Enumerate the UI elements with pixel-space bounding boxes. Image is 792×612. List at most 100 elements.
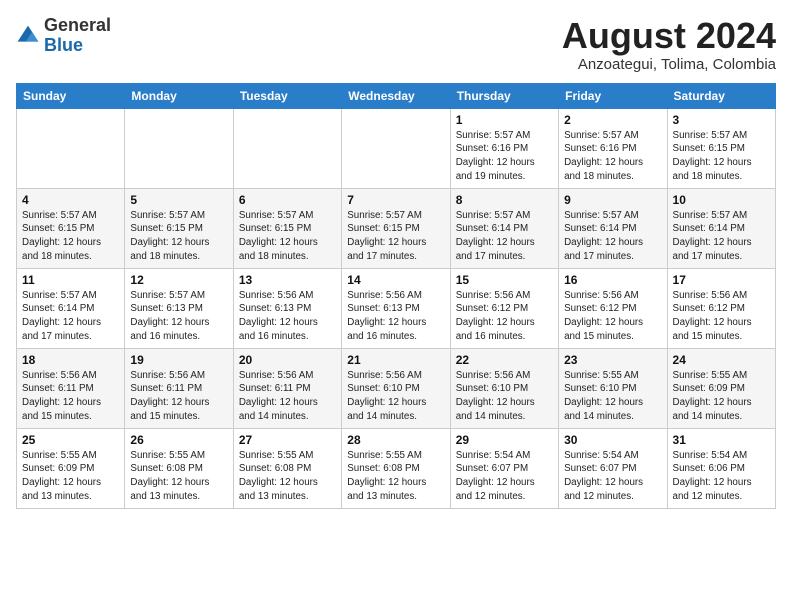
day-info: Sunrise: 5:56 AM Sunset: 6:10 PM Dayligh… <box>347 369 444 424</box>
day-info: Sunrise: 5:57 AM Sunset: 6:15 PM Dayligh… <box>673 129 770 184</box>
calendar-cell: 11 Sunrise: 5:57 AM Sunset: 6:14 PM Dayli… <box>17 268 125 348</box>
day-info: Sunrise: 5:54 AM Sunset: 6:06 PM Dayligh… <box>673 449 770 504</box>
calendar-week-row: 18Sunrise: 5:56 AM Sunset: 6:11 PM Dayli… <box>17 348 776 428</box>
day-number: 23 <box>564 353 661 367</box>
day-info: Sunrise: 5:57 AM Sunset: 6:16 PM Dayligh… <box>564 129 661 184</box>
calendar-cell: 20 Sunrise: 5:56 AM Sunset: 6:11 PM Dayli… <box>233 348 341 428</box>
day-info: Sunrise: 5:55 AM Sunset: 6:08 PM Dayligh… <box>239 449 336 504</box>
day-number: 21 <box>347 353 444 367</box>
day-number: 19 <box>130 353 227 367</box>
day-number: 13 <box>239 273 336 287</box>
title-block: August 2024 Anzoategui, Tolima, Colombia <box>562 16 776 73</box>
day-number: 4 <box>22 193 119 207</box>
logo: General Blue <box>16 16 111 56</box>
calendar-cell: 19 Sunrise: 5:56 AM Sunset: 6:11 PM Dayli… <box>125 348 233 428</box>
calendar-cell: 24 Sunrise: 5:55 AM Sunset: 6:09 PM Dayli… <box>667 348 775 428</box>
day-info: Sunrise: 5:56 AM Sunset: 6:11 PM Dayligh… <box>239 369 336 424</box>
day-number: 17 <box>673 273 770 287</box>
weekday-header: Tuesday <box>233 83 341 108</box>
day-info: Sunrise: 5:57 AM Sunset: 6:14 PM Dayligh… <box>564 209 661 264</box>
day-info: Sunrise: 5:57 AM Sunset: 6:14 PM Dayligh… <box>456 209 553 264</box>
calendar-cell: 28Sunrise: 5:55 AM Sunset: 6:08 PM Dayli… <box>342 428 450 508</box>
day-number: 31 <box>673 433 770 447</box>
day-info: Sunrise: 5:55 AM Sunset: 6:09 PM Dayligh… <box>673 369 770 424</box>
month-year-title: August 2024 <box>562 16 776 56</box>
day-info: Sunrise: 5:55 AM Sunset: 6:08 PM Dayligh… <box>347 449 444 504</box>
calendar-cell <box>342 108 450 188</box>
day-info: Sunrise: 5:57 AM Sunset: 6:14 PM Dayligh… <box>673 209 770 264</box>
calendar-cell: 4Sunrise: 5:57 AM Sunset: 6:15 PM Daylig… <box>17 188 125 268</box>
calendar-cell: 1 Sunrise: 5:57 AM Sunset: 6:16 PM Daylig… <box>450 108 558 188</box>
weekday-header: Wednesday <box>342 83 450 108</box>
day-info: Sunrise: 5:57 AM Sunset: 6:15 PM Dayligh… <box>347 209 444 264</box>
logo-icon <box>16 24 40 48</box>
day-number: 7 <box>347 193 444 207</box>
calendar-cell: 2Sunrise: 5:57 AM Sunset: 6:16 PM Daylig… <box>559 108 667 188</box>
calendar-cell: 14Sunrise: 5:56 AM Sunset: 6:13 PM Dayli… <box>342 268 450 348</box>
calendar-cell: 31 Sunrise: 5:54 AM Sunset: 6:06 PM Dayli… <box>667 428 775 508</box>
day-number: 16 <box>564 273 661 287</box>
day-number: 6 <box>239 193 336 207</box>
day-info: Sunrise: 5:54 AM Sunset: 6:07 PM Dayligh… <box>456 449 553 504</box>
day-info: Sunrise: 5:57 AM Sunset: 6:15 PM Dayligh… <box>239 209 336 264</box>
day-info: Sunrise: 5:55 AM Sunset: 6:10 PM Dayligh… <box>564 369 661 424</box>
logo-general-text: General <box>44 15 111 35</box>
weekday-header: Sunday <box>17 83 125 108</box>
calendar-cell: 27 Sunrise: 5:55 AM Sunset: 6:08 PM Dayli… <box>233 428 341 508</box>
calendar-cell: 23 Sunrise: 5:55 AM Sunset: 6:10 PM Dayli… <box>559 348 667 428</box>
day-info: Sunrise: 5:55 AM Sunset: 6:09 PM Dayligh… <box>22 449 119 504</box>
day-number: 24 <box>673 353 770 367</box>
calendar-table: SundayMondayTuesdayWednesdayThursdayFrid… <box>16 83 776 509</box>
day-number: 10 <box>673 193 770 207</box>
calendar-cell <box>233 108 341 188</box>
calendar-cell: 17Sunrise: 5:56 AM Sunset: 6:12 PM Dayli… <box>667 268 775 348</box>
day-number: 9 <box>564 193 661 207</box>
calendar-cell: 16Sunrise: 5:56 AM Sunset: 6:12 PM Dayli… <box>559 268 667 348</box>
calendar-cell: 8 Sunrise: 5:57 AM Sunset: 6:14 PM Daylig… <box>450 188 558 268</box>
calendar-cell: 18Sunrise: 5:56 AM Sunset: 6:11 PM Dayli… <box>17 348 125 428</box>
day-number: 14 <box>347 273 444 287</box>
day-info: Sunrise: 5:56 AM Sunset: 6:13 PM Dayligh… <box>239 289 336 344</box>
calendar-cell: 6 Sunrise: 5:57 AM Sunset: 6:15 PM Daylig… <box>233 188 341 268</box>
day-info: Sunrise: 5:57 AM Sunset: 6:15 PM Dayligh… <box>130 209 227 264</box>
day-number: 3 <box>673 113 770 127</box>
day-number: 15 <box>456 273 553 287</box>
calendar-week-row: 4 Sunrise: 5:57 AM Sunset: 6:15 PM Daylig… <box>17 188 776 268</box>
day-info: Sunrise: 5:57 AM Sunset: 6:16 PM Dayligh… <box>456 129 553 184</box>
calendar-cell <box>17 108 125 188</box>
day-number: 29 <box>456 433 553 447</box>
day-number: 30 <box>564 433 661 447</box>
day-number: 26 <box>130 433 227 447</box>
page-header: General Blue August 2024 Anzoategui, Tol… <box>16 16 776 73</box>
calendar-cell: 7 Sunrise: 5:57 AM Sunset: 6:15 PM Daylig… <box>342 188 450 268</box>
day-info: Sunrise: 5:54 AM Sunset: 6:07 PM Dayligh… <box>564 449 661 504</box>
calendar-cell: 25 Sunrise: 5:55 AM Sunset: 6:09 PM Dayli… <box>17 428 125 508</box>
day-number: 25 <box>22 433 119 447</box>
weekday-header: Saturday <box>667 83 775 108</box>
day-number: 8 <box>456 193 553 207</box>
day-number: 12 <box>130 273 227 287</box>
day-info: Sunrise: 5:57 AM Sunset: 6:14 PM Dayligh… <box>22 289 119 344</box>
calendar-cell: 22Sunrise: 5:56 AM Sunset: 6:10 PM Dayli… <box>450 348 558 428</box>
weekday-header: Friday <box>559 83 667 108</box>
calendar-cell: 5Sunrise: 5:57 AM Sunset: 6:15 PM Daylig… <box>125 188 233 268</box>
day-number: 22 <box>456 353 553 367</box>
day-number: 11 <box>22 273 119 287</box>
weekday-header: Monday <box>125 83 233 108</box>
calendar-cell: 12Sunrise: 5:57 AM Sunset: 6:13 PM Dayli… <box>125 268 233 348</box>
calendar-cell <box>125 108 233 188</box>
weekday-header: Thursday <box>450 83 558 108</box>
day-info: Sunrise: 5:56 AM Sunset: 6:11 PM Dayligh… <box>130 369 227 424</box>
calendar-cell: 30 Sunrise: 5:54 AM Sunset: 6:07 PM Dayli… <box>559 428 667 508</box>
calendar-cell: 29 Sunrise: 5:54 AM Sunset: 6:07 PM Dayli… <box>450 428 558 508</box>
calendar-cell: 3 Sunrise: 5:57 AM Sunset: 6:15 PM Daylig… <box>667 108 775 188</box>
calendar-cell: 26Sunrise: 5:55 AM Sunset: 6:08 PM Dayli… <box>125 428 233 508</box>
calendar-header-row: SundayMondayTuesdayWednesdayThursdayFrid… <box>17 83 776 108</box>
day-info: Sunrise: 5:56 AM Sunset: 6:11 PM Dayligh… <box>22 369 119 424</box>
day-number: 27 <box>239 433 336 447</box>
calendar-week-row: 1 Sunrise: 5:57 AM Sunset: 6:16 PM Daylig… <box>17 108 776 188</box>
day-number: 1 <box>456 113 553 127</box>
day-number: 20 <box>239 353 336 367</box>
calendar-cell: 21 Sunrise: 5:56 AM Sunset: 6:10 PM Dayli… <box>342 348 450 428</box>
calendar-cell: 10 Sunrise: 5:57 AM Sunset: 6:14 PM Dayli… <box>667 188 775 268</box>
